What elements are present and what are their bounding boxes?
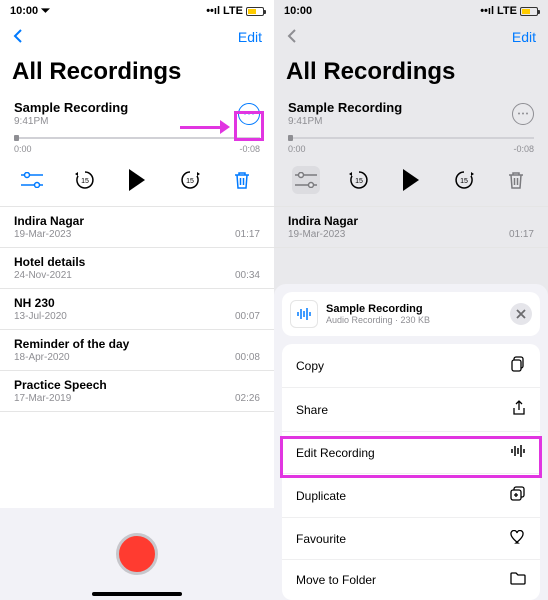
delete-button[interactable] bbox=[502, 166, 530, 194]
list-item[interactable]: Indira Nagar19-Mar-202301:17 bbox=[274, 207, 548, 248]
options-icon[interactable] bbox=[292, 166, 320, 194]
svg-text:15: 15 bbox=[81, 178, 89, 185]
action-share[interactable]: Share bbox=[282, 388, 540, 432]
record-toolbar bbox=[0, 508, 274, 600]
home-indicator bbox=[92, 592, 182, 596]
more-options-button[interactable] bbox=[512, 103, 534, 125]
svg-text:15: 15 bbox=[355, 178, 363, 185]
action-copy[interactable]: Copy bbox=[282, 344, 540, 388]
close-button[interactable] bbox=[510, 303, 532, 325]
action-duplicate[interactable]: Duplicate bbox=[282, 474, 540, 518]
clock: 10:00 bbox=[10, 5, 38, 17]
selected-time: 9:41PM bbox=[288, 116, 402, 127]
page-title: All Recordings bbox=[0, 52, 274, 96]
battery-icon bbox=[246, 7, 264, 16]
sheet-subtitle: Audio Recording · 230 KB bbox=[326, 315, 430, 325]
annotation-edit-highlight bbox=[280, 436, 542, 478]
selected-name: Sample Recording bbox=[14, 100, 128, 115]
list-item[interactable]: Reminder of the day18-Apr-202000:08 bbox=[0, 330, 274, 371]
playback-scrubber[interactable]: 0:00 -0:08 bbox=[274, 129, 548, 154]
play-button[interactable] bbox=[397, 166, 425, 194]
sheet-title: Sample Recording bbox=[326, 303, 430, 315]
sheet-header: Sample Recording Audio Recording · 230 K… bbox=[282, 292, 540, 336]
annotation-more-highlight bbox=[234, 111, 264, 141]
rewind-15-button[interactable]: 15 bbox=[71, 166, 99, 194]
waveform-icon bbox=[290, 300, 318, 328]
heart-icon bbox=[510, 530, 526, 547]
network-label: LTE bbox=[223, 5, 243, 17]
svg-text:15: 15 bbox=[186, 178, 194, 185]
action-favourite[interactable]: Favourite bbox=[282, 518, 540, 560]
nav-bar: Edit bbox=[0, 22, 274, 52]
list-item[interactable]: Hotel details24-Nov-202100:34 bbox=[0, 248, 274, 289]
recordings-list: Indira Nagar19-Mar-202301:17 bbox=[274, 206, 548, 248]
playback-scrubber[interactable]: 0:00 -0:08 bbox=[0, 129, 274, 154]
annotation-arrow bbox=[180, 120, 230, 134]
page-title: All Recordings bbox=[274, 52, 548, 96]
play-button[interactable] bbox=[123, 166, 151, 194]
edit-button[interactable]: Edit bbox=[238, 29, 262, 45]
selected-name: Sample Recording bbox=[288, 100, 402, 115]
recordings-list: Indira Nagar19-Mar-202301:17 Hotel detai… bbox=[0, 206, 274, 412]
pane-left-list-view: 10:00 ⏷ ••ılLTE Edit All Recordings Samp… bbox=[0, 0, 274, 600]
edit-button[interactable]: Edit bbox=[512, 29, 536, 45]
status-bar: 10:00 ⏷ ••ılLTE bbox=[0, 0, 274, 22]
list-item[interactable]: Indira Nagar19-Mar-202301:17 bbox=[0, 207, 274, 248]
back-button[interactable] bbox=[12, 28, 24, 47]
playback-controls: 15 15 bbox=[0, 154, 274, 206]
selected-recording[interactable]: Sample Recording 9:41PM bbox=[0, 96, 274, 129]
playback-controls: 15 15 bbox=[274, 154, 548, 206]
forward-15-button[interactable]: 15 bbox=[450, 166, 478, 194]
selected-time: 9:41PM bbox=[14, 116, 128, 127]
time-start: 0:00 bbox=[288, 144, 306, 154]
delete-button[interactable] bbox=[228, 166, 256, 194]
time-end: -0:08 bbox=[239, 144, 260, 154]
forward-15-button[interactable]: 15 bbox=[176, 166, 204, 194]
status-bar: 10:00 ••ılLTE bbox=[274, 0, 548, 22]
nav-bar: Edit bbox=[274, 22, 548, 52]
action-move-to-folder[interactable]: Move to Folder bbox=[282, 560, 540, 600]
signal-bars-icon: ••ıl bbox=[480, 5, 494, 17]
selected-recording[interactable]: Sample Recording 9:41PM bbox=[274, 96, 548, 129]
folder-icon bbox=[510, 572, 526, 588]
svg-text:15: 15 bbox=[460, 178, 468, 185]
duplicate-icon bbox=[510, 486, 526, 505]
list-item[interactable]: NH 23013-Jul-202000:07 bbox=[0, 289, 274, 330]
options-icon[interactable] bbox=[18, 166, 46, 194]
network-label: LTE bbox=[497, 5, 517, 17]
time-start: 0:00 bbox=[14, 144, 32, 154]
signal-bars-icon: ••ıl bbox=[206, 5, 220, 17]
record-button[interactable] bbox=[116, 533, 158, 575]
pane-right-action-sheet-view: 10:00 ••ılLTE Edit All Recordings Sample… bbox=[274, 0, 548, 600]
copy-icon bbox=[510, 356, 526, 375]
back-button[interactable] bbox=[286, 28, 298, 47]
battery-icon bbox=[520, 7, 538, 16]
time-end: -0:08 bbox=[513, 144, 534, 154]
clock: 10:00 bbox=[284, 5, 312, 17]
share-icon bbox=[512, 400, 526, 419]
list-item[interactable]: Practice Speech17-Mar-201902:26 bbox=[0, 371, 274, 412]
rewind-15-button[interactable]: 15 bbox=[345, 166, 373, 194]
